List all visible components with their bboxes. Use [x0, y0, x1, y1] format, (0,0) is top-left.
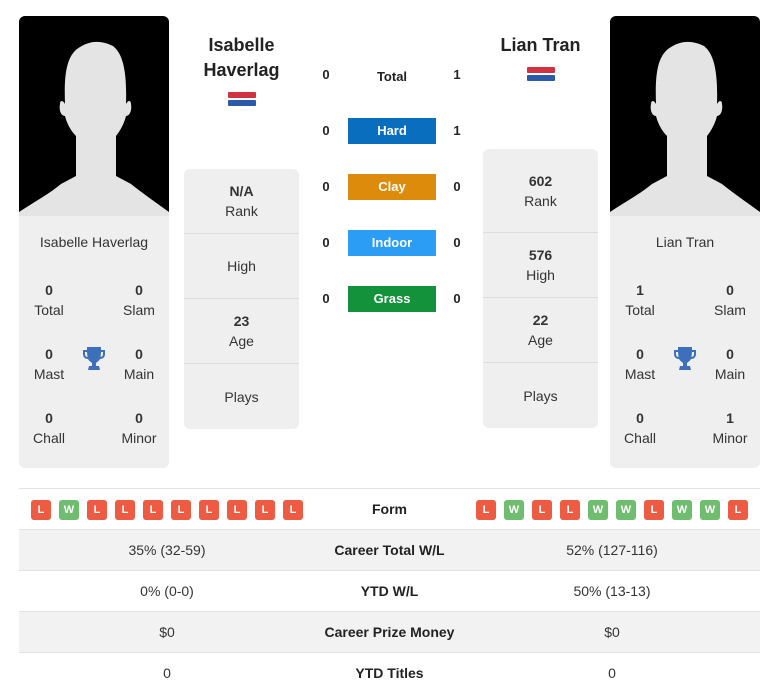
form-right: LWLLWWLWWL — [476, 500, 748, 520]
player-name-header-left[interactable]: Isabelle Haverlag — [184, 33, 299, 83]
table-row: 35% (32-59) Career Total W/L 52% (127-11… — [19, 530, 760, 571]
surface-badge-indoor: Indoor — [348, 230, 436, 256]
stat-rank: N/A Rank — [184, 169, 299, 234]
form-loss-badge[interactable]: L — [532, 500, 552, 520]
stat-high: High — [184, 234, 299, 299]
stat-plays: Plays — [224, 388, 259, 405]
netherlands-flag-icon — [228, 92, 256, 112]
h2h-row-clay: 0 Clay 0 — [318, 174, 468, 200]
form-loss-badge[interactable]: L — [255, 500, 275, 520]
form-win-badge[interactable]: W — [672, 500, 692, 520]
table-row: 0 YTD Titles 0 — [163, 665, 616, 681]
title-total: 1 Total — [625, 282, 655, 318]
title-main: 0 Main — [714, 346, 746, 382]
stat-rank: 602 Rank — [483, 149, 598, 233]
title-mast: 0 Mast — [624, 346, 656, 382]
player-stats-left: N/A Rank High 23 Age Plays — [184, 169, 299, 429]
h2h-row-hard: 0 Hard 1 — [318, 118, 468, 144]
form-loss-badge[interactable]: L — [87, 500, 107, 520]
title-minor: 1 Minor — [712, 410, 748, 446]
form-row: LWLLLLLLLL Form LWLLWWLWWL — [19, 489, 760, 530]
form-loss-badge[interactable]: L — [283, 500, 303, 520]
player-name: Isabelle Haverlag — [39, 234, 149, 250]
form-win-badge[interactable]: W — [588, 500, 608, 520]
form-loss-badge[interactable]: L — [560, 500, 580, 520]
player-name: Lian Tran — [655, 234, 715, 250]
comparison-table: LWLLLLLLLL Form LWLLWWLWWL 35% (32-59) C… — [19, 488, 760, 694]
table-row: 0% (0-0) YTD W/L 50% (13-13) — [19, 571, 760, 612]
surface-badge-hard: Hard — [348, 118, 436, 144]
form-loss-badge[interactable]: L — [31, 500, 51, 520]
stat-plays: Plays — [523, 387, 558, 404]
form-loss-badge[interactable]: L — [115, 500, 135, 520]
title-slam: 0 Slam — [123, 282, 155, 318]
form-loss-badge[interactable]: L — [644, 500, 664, 520]
form-loss-badge[interactable]: L — [171, 500, 191, 520]
form-loss-badge[interactable]: L — [728, 500, 748, 520]
titles-grid: 0 Total 0 Slam 0 Mast 0 Main 0 Chall 0 Minor — [19, 256, 169, 466]
title-chall: 0 Chall — [624, 410, 656, 446]
form-win-badge[interactable]: W — [616, 500, 636, 520]
surface-badge-clay: Clay — [348, 174, 436, 200]
form-loss-badge[interactable]: L — [143, 500, 163, 520]
stat-age: 22 Age — [483, 298, 598, 363]
player-stats-right: 602 Rank 576 High 22 Age Plays — [483, 149, 598, 428]
title-mast: 0 Mast — [33, 346, 65, 382]
title-total: 0 Total — [34, 282, 64, 318]
h2h-row-grass: 0 Grass 0 — [318, 286, 468, 312]
form-loss-badge[interactable]: L — [227, 500, 247, 520]
form-left: LWLLLLLLLL — [31, 500, 303, 520]
silhouette-icon — [610, 41, 760, 216]
player-photo-placeholder — [19, 16, 169, 216]
h2h-row-total: 0 Total 1 — [318, 62, 468, 88]
player-card-right: Lian Tran 1 Total 0 Slam 0 Mast 0 Main 0 Chal… — [610, 16, 760, 468]
form-win-badge[interactable]: W — [504, 500, 524, 520]
netherlands-flag-icon — [527, 67, 555, 87]
surface-badge-grass: Grass — [348, 286, 436, 312]
trophy-icon — [83, 347, 105, 370]
h2h-row-indoor: 0 Indoor 0 — [318, 230, 468, 256]
table-row: $0 Career Prize Money $0 — [19, 612, 760, 653]
form-win-badge[interactable]: W — [700, 500, 720, 520]
titles-grid: 1 Total 0 Slam 0 Mast 0 Main 0 Chall 1 Minor — [610, 256, 760, 466]
player-photo-placeholder — [610, 16, 760, 216]
surface-label-total: Total — [376, 69, 408, 84]
stat-age: 23 Age — [184, 299, 299, 364]
trophy-icon — [674, 347, 696, 370]
title-minor: 0 Minor — [121, 410, 157, 446]
form-win-badge[interactable]: W — [59, 500, 79, 520]
player-name-header-right[interactable]: Lian Tran — [483, 33, 598, 58]
title-main: 0 Main — [123, 346, 155, 382]
title-chall: 0 Chall — [33, 410, 65, 446]
stat-high: 576 High — [483, 233, 598, 298]
player-card-left: Isabelle Haverlag 0 Total 0 Slam 0 Mast 0 Ma… — [19, 16, 169, 468]
form-loss-badge[interactable]: L — [199, 500, 219, 520]
form-loss-badge[interactable]: L — [476, 500, 496, 520]
silhouette-icon — [19, 41, 169, 216]
title-slam: 0 Slam — [714, 282, 746, 318]
